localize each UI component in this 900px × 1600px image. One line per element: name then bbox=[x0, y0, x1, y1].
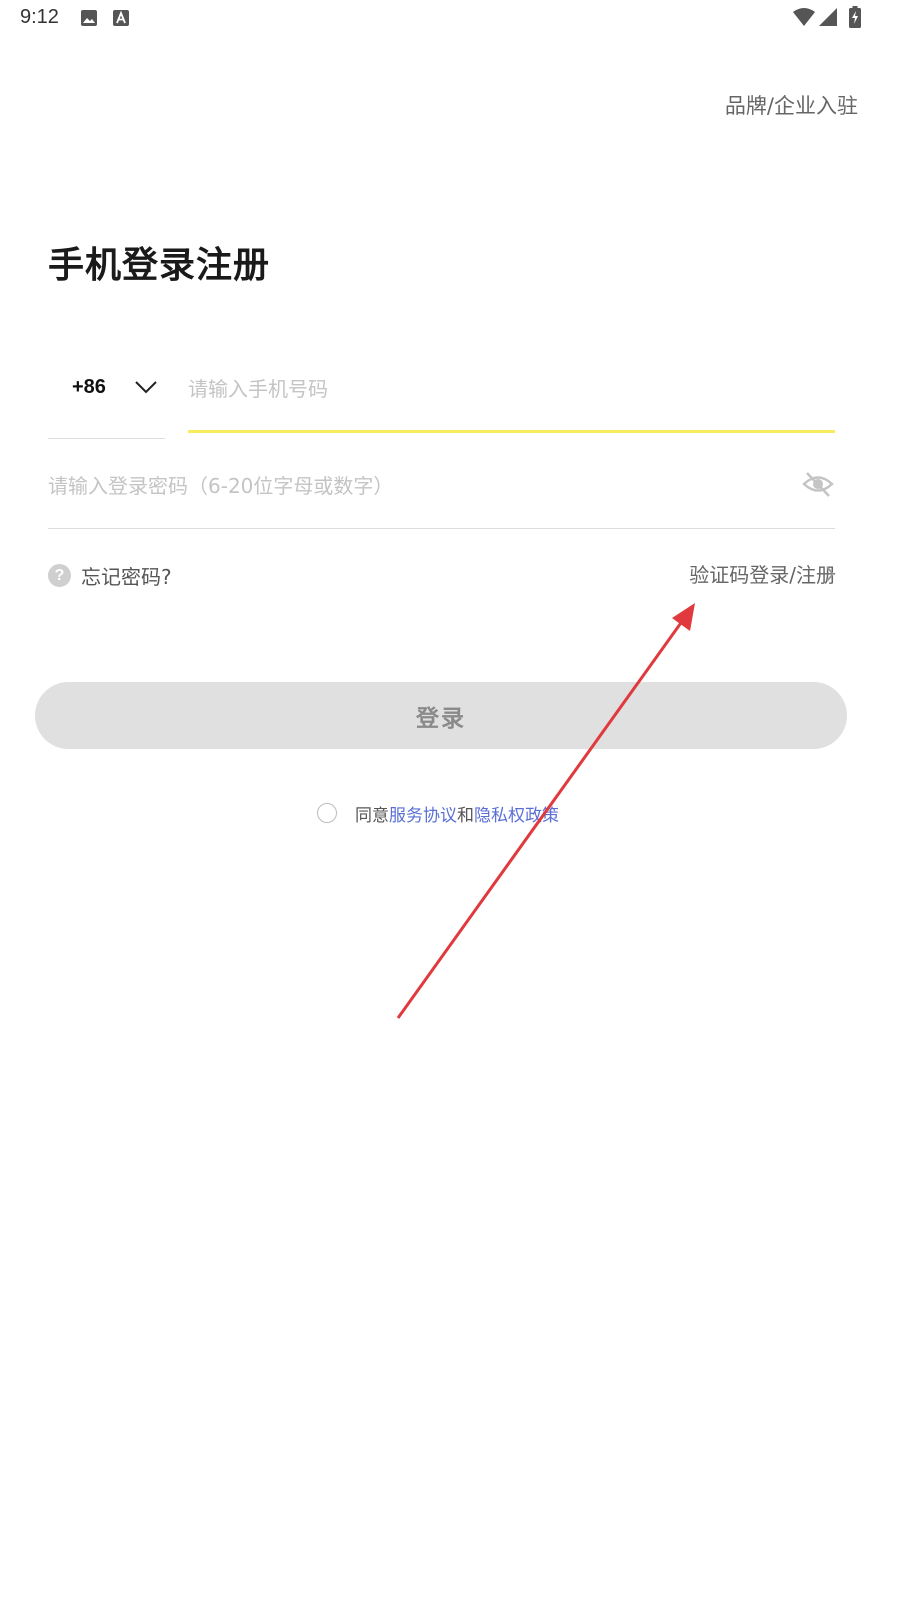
page-title: 手机登录注册 bbox=[48, 245, 271, 286]
privacy-policy-link[interactable]: 隐私权政策 bbox=[474, 801, 559, 826]
image-icon bbox=[81, 10, 97, 26]
password-input[interactable] bbox=[48, 471, 768, 501]
phone-input-field bbox=[188, 360, 835, 433]
status-bar: 9:12 bbox=[0, 0, 900, 36]
signal-icon bbox=[819, 8, 837, 26]
text-a-icon bbox=[113, 10, 129, 26]
password-input-field bbox=[48, 455, 835, 529]
help-icon: ? bbox=[48, 563, 71, 587]
country-code-selector[interactable]: +86 bbox=[48, 360, 165, 439]
chevron-right-icon bbox=[826, 566, 835, 582]
chevron-down-icon bbox=[135, 381, 157, 394]
status-time: 9:12 bbox=[20, 6, 59, 28]
phone-input[interactable] bbox=[188, 374, 788, 404]
agreement-conjunction: 和 bbox=[457, 805, 474, 826]
agreement-checkbox[interactable] bbox=[317, 803, 337, 823]
agreement-prefix: 同意 bbox=[355, 805, 389, 826]
forgot-password-link[interactable]: ? 忘记密码? bbox=[48, 560, 172, 590]
service-agreement-link[interactable]: 服务协议 bbox=[389, 801, 457, 826]
battery-charging-icon bbox=[849, 6, 861, 28]
eye-off-icon[interactable] bbox=[801, 469, 835, 499]
forgot-password-label: 忘记密码? bbox=[81, 564, 172, 589]
sms-login-link[interactable]: 验证码登录/注册 bbox=[689, 560, 836, 590]
login-button[interactable]: 登录 bbox=[35, 682, 847, 749]
country-code-label: +86 bbox=[72, 376, 106, 398]
enterprise-entry-link[interactable]: 品牌/企业入驻 bbox=[725, 90, 858, 120]
agreement-row: 同意 服务协议 和 隐私权政策 bbox=[317, 800, 559, 826]
wifi-icon bbox=[793, 8, 815, 26]
